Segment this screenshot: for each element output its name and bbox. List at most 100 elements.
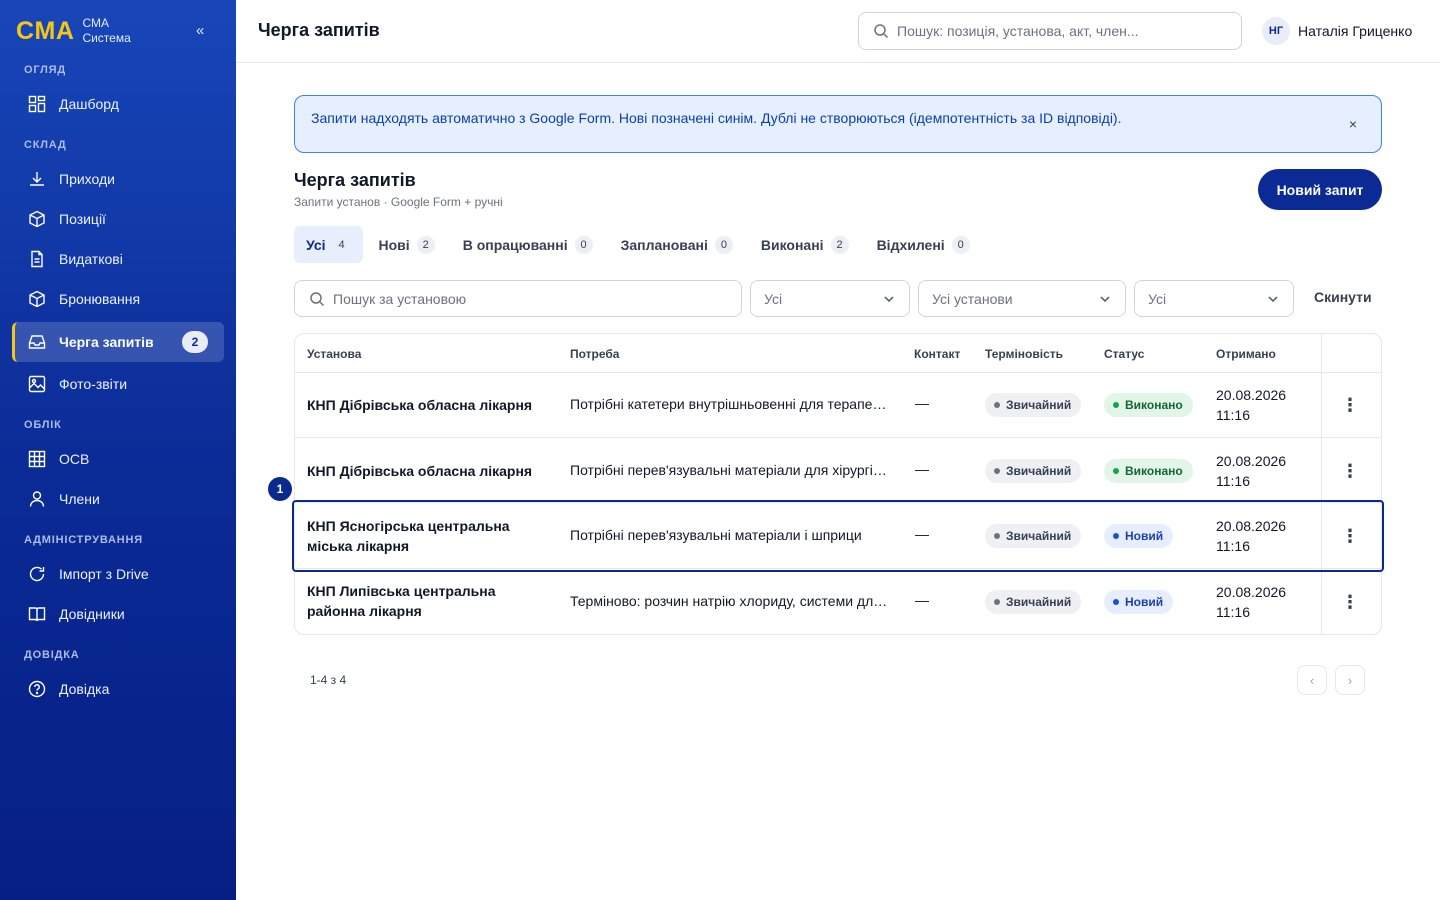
tab-label: Виконані (760, 236, 824, 253)
institution-cell: КНП Дібрівська обласна лікарня (307, 463, 533, 479)
urgency-label: Звичайний (1006, 464, 1072, 478)
table-row[interactable]: КНП Дібрівська обласна лікарня Потрібні … (295, 437, 1381, 502)
tab-in-progress[interactable]: В опрацюванні 0 (451, 226, 605, 263)
tab-completed[interactable]: Виконані 2 (749, 226, 861, 263)
sidebar-item-osv[interactable]: ОСВ (12, 439, 224, 479)
status-label: Новий (1125, 595, 1164, 609)
urgency-badge: Звичайний (985, 524, 1082, 548)
prev-page-button[interactable]: ‹ (1297, 665, 1327, 695)
sidebar: CMA СМА Система « Огляд Дашборд Склад Пр… (0, 0, 236, 900)
row-menu-icon[interactable]: ⋮ (1341, 526, 1359, 546)
institution-search[interactable] (294, 280, 742, 317)
sidebar-item-import-drive[interactable]: Імпорт з Drive (12, 554, 224, 594)
info-banner: Запити надходять автоматично з Google Fo… (294, 95, 1382, 153)
received-date: 20.08.2026 (1216, 453, 1287, 469)
sidebar-item-label: Позиції (59, 211, 106, 227)
row-menu-icon[interactable]: ⋮ (1341, 592, 1359, 612)
status-dot (1113, 402, 1119, 408)
banner-text: Запити надходять автоматично з Google Fo… (311, 110, 1122, 126)
sidebar-item-label: Члени (59, 491, 100, 507)
tab-rejected[interactable]: Відхилені 0 (865, 226, 982, 263)
status-badge: Новий (1104, 590, 1174, 614)
institution-cell: КНП Дібрівська обласна лікарня (307, 397, 533, 413)
user-menu[interactable]: НГ Наталія Гриценко (1262, 17, 1412, 45)
box-icon (29, 290, 45, 308)
tab-count: 0 (714, 235, 733, 254)
status-tabs: Усі 4 Нові 2 В опрацюванні 0 Заплановані… (294, 226, 986, 263)
document-icon (31, 250, 43, 268)
status-label: Новий (1125, 529, 1164, 543)
global-search[interactable] (858, 12, 1242, 50)
brand-name: СМА Система (82, 16, 130, 46)
section-accounting: Облік (24, 419, 62, 431)
period-select[interactable]: Усі (1134, 280, 1294, 317)
close-icon[interactable]: × (1349, 116, 1357, 132)
column-header-contact: Контакт (914, 347, 961, 361)
sidebar-item-label: Бронювання (59, 291, 141, 307)
sidebar-item-positions[interactable]: Позиції (12, 199, 224, 239)
status-dot (1113, 533, 1119, 539)
urgency-badge: Звичайний (985, 393, 1082, 417)
sidebar-item-label: Довідка (59, 681, 110, 697)
grid-icon (28, 450, 46, 468)
tab-count: 0 (574, 235, 593, 254)
status-badge: Новий (1104, 524, 1174, 548)
urgency-label: Звичайний (1006, 595, 1072, 609)
sidebar-item-receipts[interactable]: Приходи (12, 159, 224, 199)
pagination-info: 1-4 з 4 (310, 673, 347, 687)
sidebar-item-photo-reports[interactable]: Фото-звіти (12, 364, 224, 404)
table-row[interactable]: КНП Липівська центральна районна лікарня… (295, 568, 1381, 634)
table-row[interactable]: КНП Ясногірська центральна міська лікарн… (295, 502, 1381, 568)
collapse-sidebar-button[interactable]: « (196, 22, 204, 39)
sidebar-item-expense-docs[interactable]: Видаткові (12, 239, 224, 279)
received-time: 11:16 (1216, 604, 1250, 620)
row-menu-icon[interactable]: ⋮ (1341, 395, 1359, 415)
sidebar-item-dashboard[interactable]: Дашборд (12, 84, 224, 124)
tab-all[interactable]: Усі 4 (294, 226, 363, 263)
sidebar-item-request-queue[interactable]: Черга запитів 2 (12, 322, 224, 362)
row-menu-icon[interactable]: ⋮ (1341, 461, 1359, 481)
select-value: Усі установи (932, 290, 1013, 307)
sidebar-item-members[interactable]: Члени (12, 479, 224, 519)
tab-label: Нові (378, 236, 410, 253)
table-row[interactable]: КНП Дібрівська обласна лікарня Потрібні … (295, 372, 1381, 437)
column-header-urgency: Терміновість (985, 347, 1064, 361)
received-time: 11:16 (1216, 473, 1250, 489)
received-cell: 20.08.2026 11:16 (1216, 385, 1286, 425)
column-header-received: Отримано (1216, 347, 1276, 361)
institution-select[interactable]: Усі установи (918, 280, 1126, 317)
received-time: 11:16 (1216, 538, 1250, 554)
brand-logo: CMA (16, 16, 75, 45)
sidebar-item-directories[interactable]: Довідники (12, 594, 224, 634)
sidebar-item-help[interactable]: Довідка (12, 669, 224, 709)
section-help: Довідка (24, 649, 80, 661)
brand-name-line2: Система (82, 31, 131, 45)
chevron-down-icon (1268, 296, 1278, 303)
institution-search-input[interactable] (333, 290, 713, 307)
inbox-icon (28, 335, 46, 349)
tab-count: 4 (338, 238, 345, 251)
status-dot (994, 402, 1000, 408)
need-cell: Терміново: розчин натрію хлориду, систем… (570, 593, 892, 609)
global-search-input[interactable] (897, 23, 1227, 39)
new-request-button[interactable]: Новий запит (1258, 169, 1382, 210)
received-date: 20.08.2026 (1216, 387, 1287, 403)
tab-scheduled[interactable]: Заплановані 0 (609, 226, 745, 263)
brand[interactable]: CMA СМА Система (16, 16, 131, 46)
sidebar-item-label: Видаткові (59, 251, 123, 267)
reset-filters-button[interactable]: Скинути (1314, 289, 1372, 305)
status-label: Виконано (1125, 464, 1183, 478)
contact-cell: — (915, 395, 929, 411)
tab-new[interactable]: Нові 2 (367, 226, 447, 263)
column-header-status: Статус (1104, 347, 1145, 361)
sidebar-item-booking[interactable]: Бронювання (12, 279, 224, 319)
status-badge: Виконано (1104, 459, 1193, 483)
box-icon (29, 210, 45, 228)
section-subtitle: Запити установ · Google Form + ручні (294, 195, 503, 209)
sidebar-item-label: Приходи (59, 171, 115, 187)
received-time: 11:16 (1216, 407, 1250, 423)
urgency-select[interactable]: Усі (750, 280, 910, 317)
search-icon (310, 291, 325, 306)
next-page-button[interactable]: › (1335, 665, 1365, 695)
status-dot (1113, 599, 1119, 605)
